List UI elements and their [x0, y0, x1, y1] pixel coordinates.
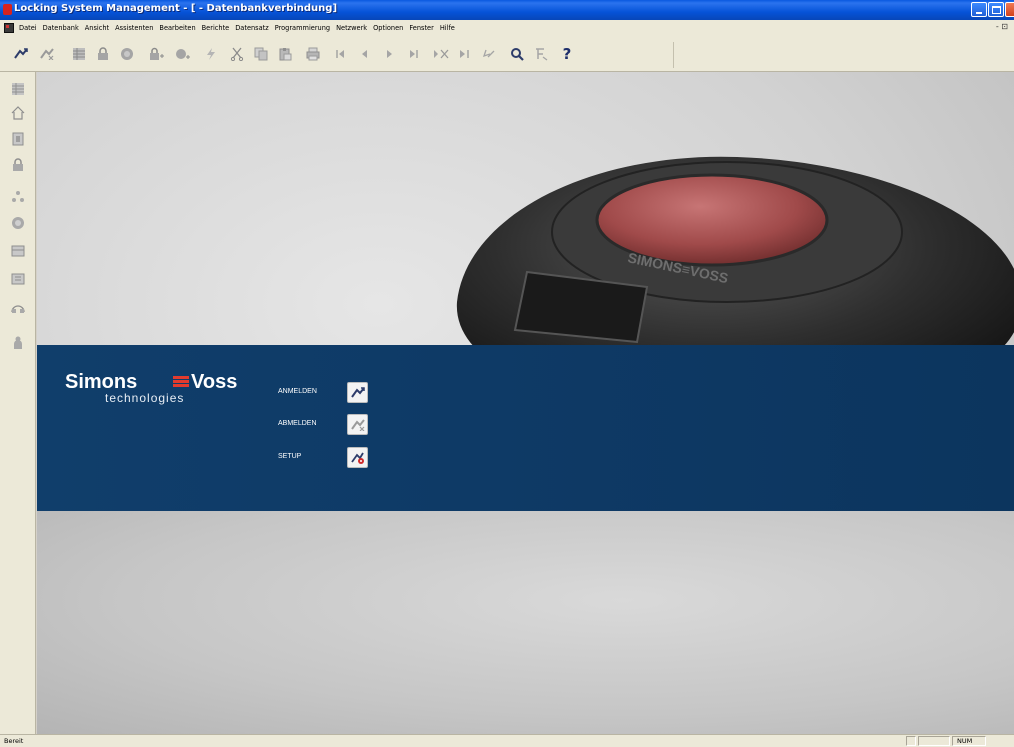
status-panel — [952, 736, 986, 746]
welcome-banner: Simons Voss technologies ANMELDEN ABMELD… — [37, 345, 1014, 511]
minimize-button[interactable] — [971, 2, 987, 17]
search-icon[interactable] — [506, 43, 528, 65]
logo-stripes — [173, 376, 189, 387]
login-label[interactable]: ANMELDEN — [278, 388, 317, 395]
lock-icon[interactable] — [92, 43, 114, 65]
minimize-icon — [976, 12, 982, 14]
network-icon[interactable] — [9, 298, 27, 316]
login-row: ANMELDEN — [278, 382, 408, 404]
logout-row: ABMELDEN — [278, 414, 408, 436]
transponder-icon[interactable] — [9, 214, 27, 232]
status-bar: Bereit NUM — [0, 734, 1014, 747]
application-window: Locking System Management - [ - Datenban… — [0, 0, 1014, 747]
simonsvoss-logo: Simons Voss technologies — [65, 371, 245, 411]
new-lock-icon[interactable] — [146, 43, 168, 65]
program-icon[interactable] — [200, 43, 222, 65]
menu-datenbank[interactable]: Datenbank — [40, 23, 82, 33]
setup-button[interactable] — [347, 447, 368, 468]
title-bar[interactable]: Locking System Management - [ - Datenban… — [0, 0, 1014, 20]
logout-icon — [350, 418, 365, 431]
lock-icon[interactable] — [9, 156, 27, 174]
person-icon[interactable] — [9, 334, 27, 352]
door-icon[interactable] — [9, 130, 27, 148]
maximize-button[interactable] — [988, 2, 1004, 17]
areas-icon[interactable] — [9, 270, 27, 288]
setup-icon — [350, 452, 364, 464]
help-icon[interactable]: ? — [556, 43, 578, 65]
menu-optionen[interactable]: Optionen — [370, 23, 406, 33]
groups-icon[interactable] — [9, 188, 27, 206]
logout-label[interactable]: ABMELDEN — [278, 420, 317, 427]
menu-programmierung[interactable]: Programmierung — [272, 23, 333, 33]
menu-datei[interactable]: Datei — [16, 23, 40, 33]
delete-record-icon[interactable] — [430, 43, 452, 65]
status-panel — [918, 736, 950, 746]
mdi-window-controls[interactable]: - ⊡ — [996, 22, 1008, 31]
window-title: Locking System Management - [ - Datenban… — [14, 3, 338, 14]
locking-plan-icon[interactable] — [68, 43, 90, 65]
maximize-icon — [992, 6, 1001, 14]
setup-row: SETUP — [278, 447, 408, 469]
logout-icon[interactable] — [36, 43, 58, 65]
login-button[interactable] — [347, 382, 368, 403]
next-record-icon[interactable] — [378, 43, 400, 65]
close-button[interactable] — [1005, 2, 1014, 17]
menu-bar: Datei Datenbank Ansicht Assistenten Bear… — [0, 20, 1014, 36]
previous-record-icon[interactable] — [354, 43, 376, 65]
locking-plan-icon[interactable] — [9, 80, 27, 98]
login-icon — [350, 386, 365, 398]
new-transponder-icon[interactable] — [172, 43, 194, 65]
background-texture — [37, 511, 1014, 734]
cut-icon[interactable] — [226, 43, 248, 65]
apply-record-icon[interactable] — [454, 43, 476, 65]
menu-assistenten[interactable]: Assistenten — [112, 23, 156, 33]
setup-label[interactable]: SETUP — [278, 453, 301, 460]
home-icon[interactable] — [9, 104, 27, 122]
logo-text-voss: Voss — [191, 371, 238, 393]
copy-icon[interactable] — [250, 43, 272, 65]
transponder-icon[interactable] — [116, 43, 138, 65]
menu-fenster[interactable]: Fenster — [406, 23, 436, 33]
navigation-sidebar — [0, 72, 36, 734]
status-text: Bereit — [4, 737, 24, 745]
time-zone-icon[interactable] — [9, 242, 27, 260]
menu-berichte[interactable]: Berichte — [199, 23, 233, 33]
filter-icon[interactable] — [530, 43, 552, 65]
status-panel — [906, 736, 916, 746]
undo-icon[interactable] — [478, 43, 500, 65]
print-icon[interactable] — [302, 43, 324, 65]
main-content: SIMONS≡VOSS Simons Voss technologies ANM… — [37, 72, 1014, 734]
document-icon[interactable] — [4, 23, 14, 33]
login-icon[interactable] — [10, 43, 32, 65]
menu-ansicht[interactable]: Ansicht — [82, 23, 112, 33]
last-record-icon[interactable] — [402, 43, 424, 65]
paste-icon[interactable] — [274, 43, 296, 65]
app-icon — [3, 4, 12, 15]
menu-hilfe[interactable]: Hilfe — [437, 23, 458, 33]
menu-datensatz[interactable]: Datensatz — [232, 23, 271, 33]
first-record-icon[interactable] — [330, 43, 352, 65]
logo-text-technologies: technologies — [105, 391, 185, 405]
menu-bearbeiten[interactable]: Bearbeiten — [156, 23, 198, 33]
logout-button[interactable] — [347, 414, 368, 435]
menu-netzwerk[interactable]: Netzwerk — [333, 23, 370, 33]
toolbar: ? — [0, 36, 1014, 72]
